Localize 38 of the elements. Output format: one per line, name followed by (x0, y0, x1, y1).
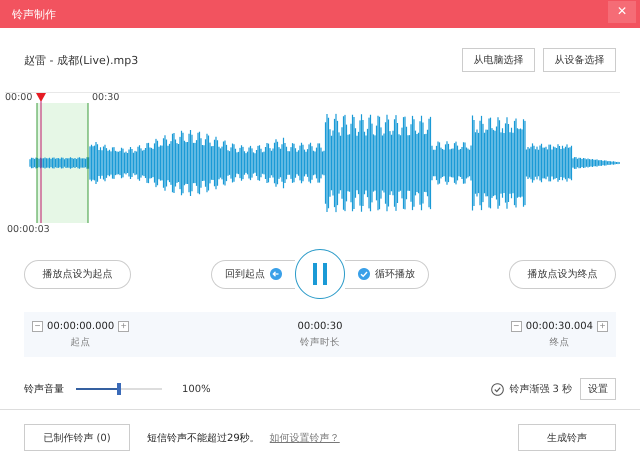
set-end-button[interactable]: 播放点设为终点 (509, 260, 616, 288)
pause-button[interactable] (295, 249, 345, 299)
back-arrow-icon (270, 268, 282, 280)
selection-region[interactable] (37, 103, 88, 223)
volume-thumb[interactable] (117, 383, 121, 395)
increase-button[interactable]: + (596, 320, 608, 332)
help-link[interactable]: 如何设置铃声？ (270, 430, 340, 444)
time-label: 起点 (70, 336, 91, 348)
ruler-label: 00:30 (92, 92, 120, 103)
time-value: 00:00:00.000 (47, 320, 114, 332)
time-value: 00:00:30.004 (526, 320, 593, 332)
decrease-button[interactable]: − (510, 320, 522, 332)
time-value: 00:00:30 (298, 320, 342, 332)
ruler-label: 00:00 (5, 92, 32, 103)
increase-button[interactable]: + (118, 320, 130, 332)
playhead-time: 00:00:03 (7, 224, 50, 235)
pause-icon (312, 263, 328, 285)
settings-button[interactable]: 设置 (580, 378, 616, 400)
fade-label: 铃声渐强 3 秒 (509, 382, 572, 396)
generate-button[interactable]: 生成铃声 (518, 424, 616, 451)
volume-label: 铃声音量 (24, 382, 64, 396)
file-name: 赵雷 - 成都(Live).mp3 (24, 52, 138, 68)
window-title: 铃声制作 (12, 6, 56, 22)
fade-checkbox[interactable] (491, 382, 504, 396)
source-button[interactable]: 从设备选择 (543, 48, 616, 72)
made-ringtones-button[interactable]: 已制作铃声 (0) (24, 424, 130, 451)
check-icon (358, 268, 370, 280)
playhead-marker[interactable] (36, 93, 46, 224)
volume-reading: 100% (182, 384, 211, 394)
time-label: 铃声时长 (300, 336, 340, 348)
sms-note: 短信铃声不能超过29秒。 (147, 432, 260, 444)
back-to-start-button[interactable]: 回到起点 (211, 260, 295, 288)
time-label: 终点 (549, 336, 570, 348)
set-start-button[interactable]: 播放点设为起点 (24, 260, 131, 288)
loop-toggle[interactable]: 循环播放 (345, 260, 429, 288)
decrease-button[interactable]: − (32, 320, 43, 332)
source-button[interactable]: 从电脑选择 (462, 48, 535, 72)
start-marker[interactable] (36, 102, 38, 224)
